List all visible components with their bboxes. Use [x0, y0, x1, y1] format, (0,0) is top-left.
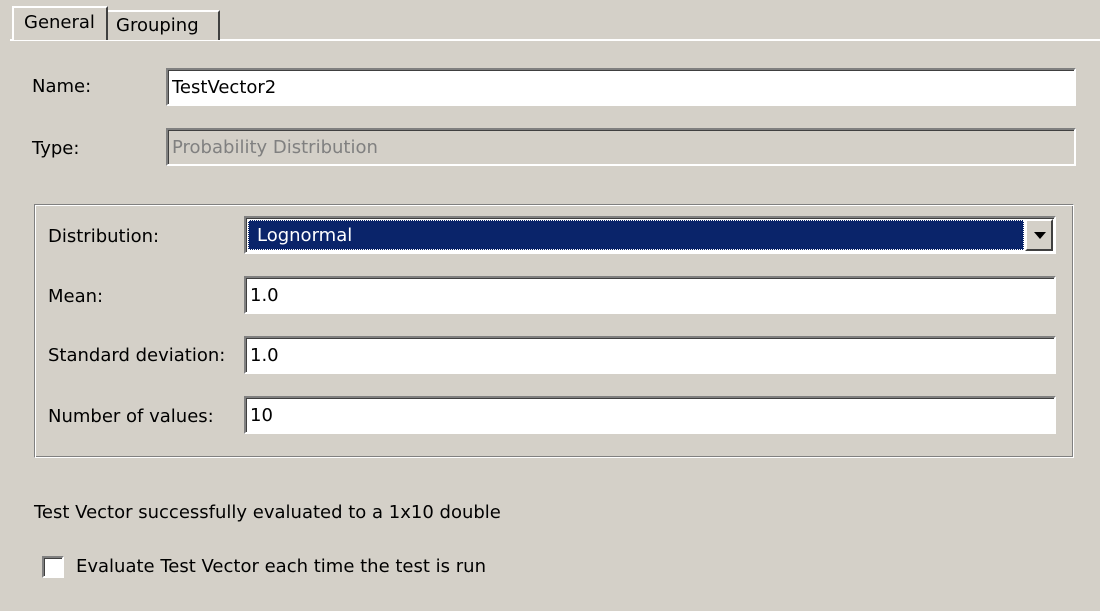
count-input[interactable]: [244, 396, 1056, 434]
std-label: Standard deviation:: [48, 345, 226, 366]
tab-grouping[interactable]: Grouping: [108, 10, 220, 40]
distribution-label: Distribution:: [48, 226, 160, 247]
type-input: [166, 128, 1076, 166]
evaluate-checkbox-label[interactable]: Evaluate Test Vector each time the test …: [76, 556, 486, 577]
distribution-select-value: Lognormal: [248, 220, 1024, 250]
type-label: Type:: [32, 138, 80, 159]
dropdown-button[interactable]: [1025, 219, 1053, 251]
chevron-down-icon: [1034, 232, 1046, 239]
tab-general[interactable]: General: [12, 6, 108, 40]
mean-input[interactable]: [244, 276, 1056, 314]
distribution-select[interactable]: Lognormal: [244, 216, 1056, 254]
evaluate-checkbox[interactable]: [42, 556, 64, 578]
std-input[interactable]: [244, 336, 1056, 374]
count-label: Number of values:: [48, 406, 214, 427]
status-message: Test Vector successfully evaluated to a …: [34, 502, 501, 523]
name-input[interactable]: [166, 68, 1076, 106]
name-label: Name:: [32, 76, 92, 97]
tab-general-label: General: [24, 12, 95, 33]
tab-grouping-label: Grouping: [116, 15, 199, 36]
mean-label: Mean:: [48, 286, 104, 307]
